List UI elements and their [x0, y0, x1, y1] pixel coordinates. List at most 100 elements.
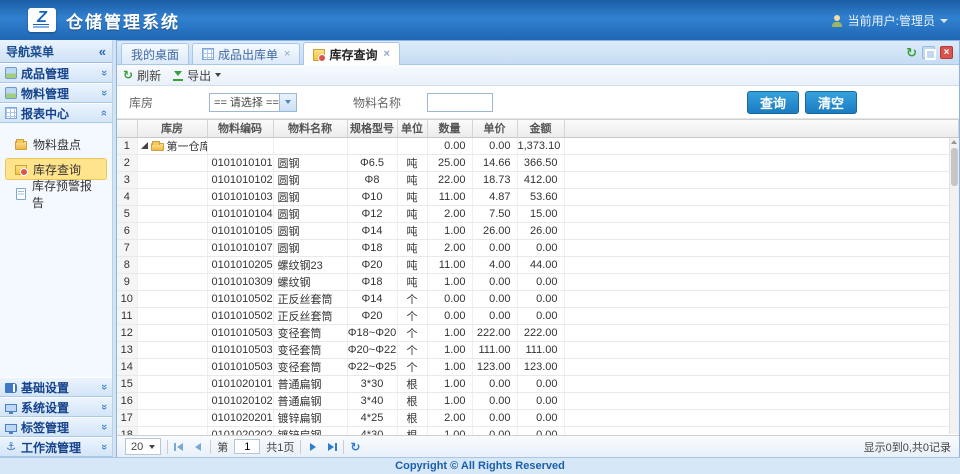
table-row[interactable]: 180101020202镀锌扁钢4*30根1.000.000.00	[117, 426, 959, 435]
table-cell: 根	[397, 375, 427, 392]
table-cell: 25.00	[427, 154, 472, 171]
column-header[interactable]: 物料名称	[273, 120, 347, 137]
table-cell: 53.60	[517, 188, 564, 205]
sidebar-group-reports[interactable]: 报表中心	[0, 103, 112, 123]
prev-page-icon[interactable]	[192, 441, 204, 453]
refresh-panel-icon[interactable]	[906, 46, 917, 59]
table-row[interactable]: 170101020201镀锌扁钢4*25根2.000.000.00	[117, 409, 959, 426]
table-row[interactable]: 160101020102普通扁钢3*40根1.000.000.00	[117, 392, 959, 409]
warehouse-select[interactable]: == 请选择 ==	[209, 93, 297, 112]
table-cell: 4*25	[347, 409, 397, 426]
divider	[343, 440, 344, 454]
page-size-select[interactable]: 20	[125, 438, 161, 455]
user-menu[interactable]: 当前用户:管理员	[831, 12, 948, 29]
table-row[interactable]: 11010101050204正反丝套筒Φ20个0.000.000.00	[117, 307, 959, 324]
table-cell	[137, 188, 207, 205]
tab-inventory-query[interactable]: 库存查询	[303, 42, 399, 65]
sidebar: 导航菜单 成品管理 物料管理 报表中心 物料盘点	[0, 40, 113, 457]
table-cell: 镀锌扁钢	[273, 426, 347, 435]
pagination-bar: 20 第 共1页 显示0到0,共0记录	[117, 435, 959, 457]
column-header[interactable]: 库房	[137, 120, 207, 137]
sidebar-group-system-settings[interactable]: 系统设置	[0, 397, 112, 417]
table-cell: 2.00	[427, 409, 472, 426]
column-header[interactable]: 金额	[517, 120, 564, 137]
table-row[interactable]: 10010101050201正反丝套筒Φ14个0.000.000.00	[117, 290, 959, 307]
refresh-button[interactable]: 刷新	[123, 67, 161, 84]
collapse-sidebar-icon[interactable]	[99, 44, 106, 59]
table-cell	[137, 239, 207, 256]
column-header[interactable]: 单价	[472, 120, 517, 137]
column-header[interactable]: 单位	[397, 120, 427, 137]
clear-button[interactable]: 清空	[805, 91, 857, 114]
table-cell: 变径套筒	[273, 358, 347, 375]
sidebar-group-materials[interactable]: 物料管理	[0, 83, 112, 103]
table-row[interactable]: 20101010101圆钢Φ6.5吨25.0014.66366.50	[117, 154, 959, 171]
book-icon	[5, 383, 17, 393]
scroll-up-icon[interactable]	[951, 140, 957, 144]
vertical-scrollbar[interactable]	[949, 138, 958, 434]
table-row[interactable]: 30101010102圆钢Φ8吨22.0018.73412.00	[117, 171, 959, 188]
table-cell: 1.00	[427, 392, 472, 409]
table-group-row[interactable]: 1 第一仓库	[117, 137, 959, 154]
last-page-icon[interactable]	[325, 441, 337, 453]
table-cell: 123.00	[472, 358, 517, 375]
sidebar-item-material-stocktake[interactable]: 物料盘点	[5, 133, 107, 155]
table-row[interactable]: 12010101050301变径套筒Φ18~Φ20个1.00222.00222.…	[117, 324, 959, 341]
close-tab-icon[interactable]	[383, 48, 389, 60]
table-cell: Φ10	[347, 188, 397, 205]
query-button[interactable]: 查询	[747, 91, 799, 114]
tree-expander-icon[interactable]	[141, 142, 148, 149]
page-number-input[interactable]	[234, 439, 260, 454]
table-cell: 0101010103	[207, 188, 273, 205]
table-cell	[137, 426, 207, 435]
sidebar-group-workflow[interactable]: 工作流管理	[0, 437, 112, 457]
table-cell: 0101010101	[207, 154, 273, 171]
table-cell: 0.00	[517, 273, 564, 290]
table-row[interactable]: 90101010309螺纹钢Φ18吨1.000.000.00	[117, 273, 959, 290]
next-page-icon[interactable]	[307, 441, 319, 453]
table-cell: 111.00	[472, 341, 517, 358]
column-header[interactable]: 规格型号	[347, 120, 397, 137]
table-row[interactable]: 40101010103圆钢Φ10吨11.004.8753.60	[117, 188, 959, 205]
sidebar-item-label: 库存查询	[33, 161, 81, 178]
table-cell: 1.00	[427, 222, 472, 239]
table-row[interactable]: 80101010205螺纹钢23Φ20吨11.004.0044.00	[117, 256, 959, 273]
tab-my-desktop[interactable]: 我的桌面	[121, 43, 189, 64]
maximize-icon[interactable]	[922, 46, 935, 59]
table-cell: 366.50	[517, 154, 564, 171]
table-row[interactable]: 150101020101普通扁钢3*30根1.000.000.00	[117, 375, 959, 392]
sidebar-group-label: 系统设置	[21, 399, 69, 416]
page-size-value: 20	[131, 441, 143, 453]
sidebar-group-basic-settings[interactable]: 基础设置	[0, 377, 112, 397]
table-row[interactable]: 50101010104圆钢Φ12吨2.007.5015.00	[117, 205, 959, 222]
table-cell: 010101050303	[207, 358, 273, 375]
export-button[interactable]: 导出	[173, 67, 221, 84]
scrollbar-thumb[interactable]	[951, 148, 958, 186]
table-row[interactable]: 60101010105圆钢Φ14吨1.0026.0026.00	[117, 222, 959, 239]
table-cell: 0101010105	[207, 222, 273, 239]
table-cell: 吨	[397, 273, 427, 290]
table-cell: 根	[397, 409, 427, 426]
sidebar-group-finished-products[interactable]: 成品管理	[0, 63, 112, 83]
column-header[interactable]: 数量	[427, 120, 472, 137]
first-page-icon[interactable]	[174, 441, 186, 453]
sidebar-group-label-management[interactable]: 标签管理	[0, 417, 112, 437]
table-cell: Φ6.5	[347, 154, 397, 171]
table-cell: 44.00	[517, 256, 564, 273]
table-row[interactable]: 70101010107圆钢Φ18吨2.000.000.00	[117, 239, 959, 256]
table-cell	[137, 375, 207, 392]
column-header[interactable]: 物料编码	[207, 120, 273, 137]
close-panel-icon[interactable]	[940, 46, 953, 59]
material-name-input[interactable]	[427, 93, 493, 112]
table-row[interactable]: 14010101050303变径套筒Φ22~Φ25个1.00123.00123.…	[117, 358, 959, 375]
table-cell: 1,373.10	[517, 137, 564, 154]
reload-grid-icon[interactable]	[350, 440, 360, 454]
close-tab-icon[interactable]	[284, 48, 290, 60]
sidebar-item-inventory-alert-report[interactable]: 库存预警报告	[5, 183, 107, 205]
table-cell: 圆钢	[273, 239, 347, 256]
table-row[interactable]: 13010101050302变径套筒Φ20~Φ22个1.00111.00111.…	[117, 341, 959, 358]
tab-product-outbound-order[interactable]: 成品出库单	[192, 43, 300, 64]
table-cell: 18.73	[472, 171, 517, 188]
table-cell: 010101050302	[207, 341, 273, 358]
table-cell	[137, 307, 207, 324]
